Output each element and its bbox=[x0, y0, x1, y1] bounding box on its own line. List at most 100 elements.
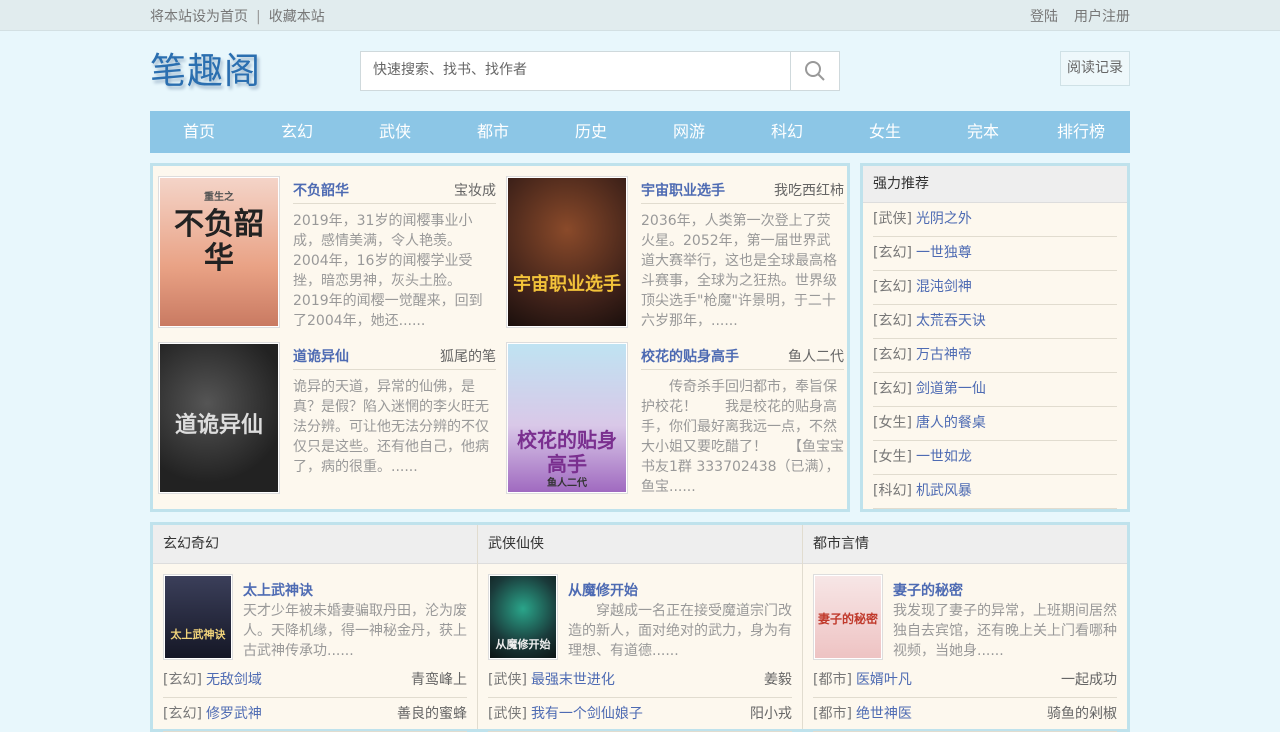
item-name[interactable]: 最强末世进化 bbox=[531, 672, 615, 688]
book-cover[interactable]: 从魔修开始 bbox=[488, 574, 558, 660]
recommend-item[interactable]: [武侠] 光阴之外 bbox=[873, 203, 1117, 237]
list-item[interactable]: [玄幻] 无敌剑域 青鸾峰上 bbox=[163, 664, 467, 698]
category-column: 都市言情 妻子的秘密 妻子的秘密 我发现了妻子的异常，上班期间居然独自去宾馆，还… bbox=[803, 525, 1127, 732]
recommend-item[interactable]: [玄幻] 混沌剑神 bbox=[873, 271, 1117, 305]
recommend-item[interactable]: [玄幻] 万古神帝 bbox=[873, 339, 1117, 373]
item-category: [玄幻] bbox=[873, 381, 912, 397]
item-category: [玄幻] bbox=[873, 245, 912, 261]
item-name[interactable]: 光阴之外 bbox=[916, 211, 972, 227]
recommend-item[interactable]: [玄幻] 太荒吞天诀 bbox=[873, 305, 1117, 339]
item-category: [女生] bbox=[873, 415, 912, 431]
book-cover[interactable]: 校花的贴身高手 鱼人二代 bbox=[506, 342, 628, 494]
item-name[interactable]: 一世独尊 bbox=[916, 245, 972, 261]
item-name[interactable]: 万古神帝 bbox=[916, 347, 972, 363]
featured-book: 道诡异仙 道诡异仙 狐尾的笔 诡异的天道，异常的仙佛，是真？是假？陷入迷惘的李火… bbox=[153, 332, 501, 494]
recommend-item[interactable]: [玄幻] 一世独尊 bbox=[873, 237, 1117, 271]
set-home-link[interactable]: 将本站设为首页 bbox=[150, 9, 248, 25]
item-category: [科幻] bbox=[873, 483, 912, 499]
list-item[interactable]: [都市] 医婿叶凡 一起成功 bbox=[813, 664, 1117, 698]
cover-title: 从魔修开始 bbox=[495, 638, 551, 651]
cover-title: 校花的贴身高手 bbox=[517, 428, 617, 476]
book-author: 鱼人二代 bbox=[788, 349, 844, 365]
divider bbox=[293, 369, 496, 370]
nav-item-dushi[interactable]: 都市 bbox=[444, 111, 542, 153]
reading-history-button[interactable]: 阅读记录 bbox=[1060, 51, 1130, 86]
top-bar-right: 登陆 用户注册 bbox=[1014, 6, 1130, 26]
divider bbox=[641, 203, 844, 204]
item-name[interactable]: 一世如龙 bbox=[916, 449, 972, 465]
search-input[interactable] bbox=[371, 61, 775, 79]
nav-item-wuxia[interactable]: 武侠 bbox=[346, 111, 444, 153]
book-title[interactable]: 妻子的秘密 bbox=[893, 580, 963, 600]
item-name[interactable]: 机武风暴 bbox=[916, 483, 972, 499]
cover-title: 宇宙职业选手 bbox=[513, 274, 621, 295]
list-item[interactable]: [都市] 绝世神医 骑鱼的剁椒 bbox=[813, 698, 1117, 732]
book-title[interactable]: 道诡异仙 bbox=[293, 346, 349, 366]
list-item[interactable]: [武侠] 我有一个剑仙娘子 阳小戎 bbox=[488, 698, 792, 732]
nav-item-ranking[interactable]: 排行榜 bbox=[1032, 111, 1130, 153]
item-name[interactable]: 剑道第一仙 bbox=[916, 381, 986, 397]
book-title[interactable]: 校花的贴身高手 bbox=[641, 346, 739, 366]
item-author: 骑鱼的剁椒 bbox=[1047, 706, 1117, 722]
item-author: 一起成功 bbox=[1061, 672, 1117, 688]
column-featured-book: 太上武神诀 太上武神诀 天才少年被未婚妻骗取丹田，沦为废人。天降机缘，得一神秘金… bbox=[153, 564, 477, 664]
login-link[interactable]: 登陆 bbox=[1030, 9, 1058, 25]
recommend-item[interactable]: [女生] 唐人的餐桌 bbox=[873, 407, 1117, 441]
cover-subtitle: 重生之 bbox=[204, 192, 234, 203]
item-name[interactable]: 太荒吞天诀 bbox=[916, 313, 986, 329]
featured-book: 不负韶华 重生之 不负韶华 宝妆成 2019年，31岁的闻樱事业小成，感情美满，… bbox=[153, 166, 501, 329]
book-cover[interactable]: 不负韶华 重生之 bbox=[158, 176, 280, 328]
nav-item-nvsheng[interactable]: 女生 bbox=[836, 111, 934, 153]
nav-item-xuanhuan[interactable]: 玄幻 bbox=[248, 111, 346, 153]
column-title: 武侠仙侠 bbox=[478, 525, 802, 564]
featured-book: 宇宙职业选手 宇宙职业选手 我吃西红柿 2036年，人类第一次登上了荧火星。20… bbox=[501, 166, 849, 329]
list-item[interactable]: [玄幻] 修罗武神 善良的蜜蜂 bbox=[163, 698, 467, 732]
nav-item-wanben[interactable]: 完本 bbox=[934, 111, 1032, 153]
item-author: 善良的蜜蜂 bbox=[397, 706, 467, 722]
column-title: 玄幻奇幻 bbox=[153, 525, 477, 564]
recommend-title: 强力推荐 bbox=[863, 166, 1127, 203]
nav-item-wangyou[interactable]: 网游 bbox=[640, 111, 738, 153]
book-description: 2036年，人类第一次登上了荧火星。2052年，第一届世界武道大赛举行，这也是全… bbox=[641, 213, 837, 329]
book-author: 狐尾的笔 bbox=[440, 349, 496, 365]
nav-item-home[interactable]: 首页 bbox=[150, 111, 248, 153]
item-category: [武侠] bbox=[488, 672, 527, 688]
nav-item-kehuan[interactable]: 科幻 bbox=[738, 111, 836, 153]
main-nav: 首页 玄幻 武侠 都市 历史 网游 科幻 女生 完本 排行榜 bbox=[150, 111, 1130, 153]
item-name[interactable]: 医婿叶凡 bbox=[856, 672, 912, 688]
featured-books: 不负韶华 重生之 不负韶华 宝妆成 2019年，31岁的闻樱事业小成，感情美满，… bbox=[150, 163, 850, 512]
book-cover[interactable]: 宇宙职业选手 bbox=[506, 176, 628, 328]
book-description: 传奇杀手回归都市，奉旨保护校花！ 我是校花的贴身高手，你们最好离我远一点，不然大… bbox=[641, 379, 844, 495]
site-logo[interactable]: 笔趣阁 bbox=[150, 42, 261, 94]
item-name[interactable]: 无敌剑域 bbox=[206, 672, 262, 688]
category-column: 玄幻奇幻 太上武神诀 太上武神诀 天才少年被未婚妻骗取丹田，沦为废人。天降机缘，… bbox=[153, 525, 478, 732]
nav-item-lishi[interactable]: 历史 bbox=[542, 111, 640, 153]
book-title[interactable]: 从魔修开始 bbox=[568, 580, 638, 600]
list-item[interactable]: [武侠] 最强末世进化 姜毅 bbox=[488, 664, 792, 698]
book-description: 我发现了妻子的异常，上班期间居然独自去宾馆，还有晚上关上门看哪种视频，当她身..… bbox=[893, 603, 1117, 659]
book-title[interactable]: 不负韶华 bbox=[293, 180, 349, 200]
item-name[interactable]: 唐人的餐桌 bbox=[916, 415, 986, 431]
item-name[interactable]: 混沌剑神 bbox=[916, 279, 972, 295]
search-button[interactable] bbox=[790, 52, 839, 90]
featured-book: 校花的贴身高手 鱼人二代 校花的贴身高手 鱼人二代 传奇杀手回归都市，奉旨保护校… bbox=[501, 332, 849, 495]
divider bbox=[293, 203, 496, 204]
book-title[interactable]: 宇宙职业选手 bbox=[641, 180, 725, 200]
cover-author: 鱼人二代 bbox=[547, 478, 587, 489]
recommend-item[interactable]: [科幻] 机武风暴 bbox=[873, 475, 1117, 509]
book-cover[interactable]: 妻子的秘密 bbox=[813, 574, 883, 660]
recommend-item[interactable]: [女生] 一世如龙 bbox=[873, 441, 1117, 475]
top-bar-separator: | bbox=[256, 9, 261, 25]
book-cover[interactable]: 太上武神诀 bbox=[163, 574, 233, 660]
cover-title: 不负韶华 bbox=[174, 207, 264, 276]
item-author: 阳小戎 bbox=[750, 706, 792, 722]
bookmark-link[interactable]: 收藏本站 bbox=[269, 9, 325, 25]
cover-title: 道诡异仙 bbox=[174, 412, 263, 438]
book-title[interactable]: 太上武神诀 bbox=[243, 580, 313, 600]
item-category: [玄幻] bbox=[873, 279, 912, 295]
register-link[interactable]: 用户注册 bbox=[1074, 9, 1130, 25]
top-bar-left: 将本站设为首页 | 收藏本站 bbox=[150, 6, 325, 26]
book-cover[interactable]: 道诡异仙 bbox=[158, 342, 280, 494]
book-description: 天才少年被未婚妻骗取丹田，沦为废人。天降机缘，得一神秘金丹，获上古武神传承功..… bbox=[243, 603, 467, 659]
recommend-item[interactable]: [玄幻] 剑道第一仙 bbox=[873, 373, 1117, 407]
